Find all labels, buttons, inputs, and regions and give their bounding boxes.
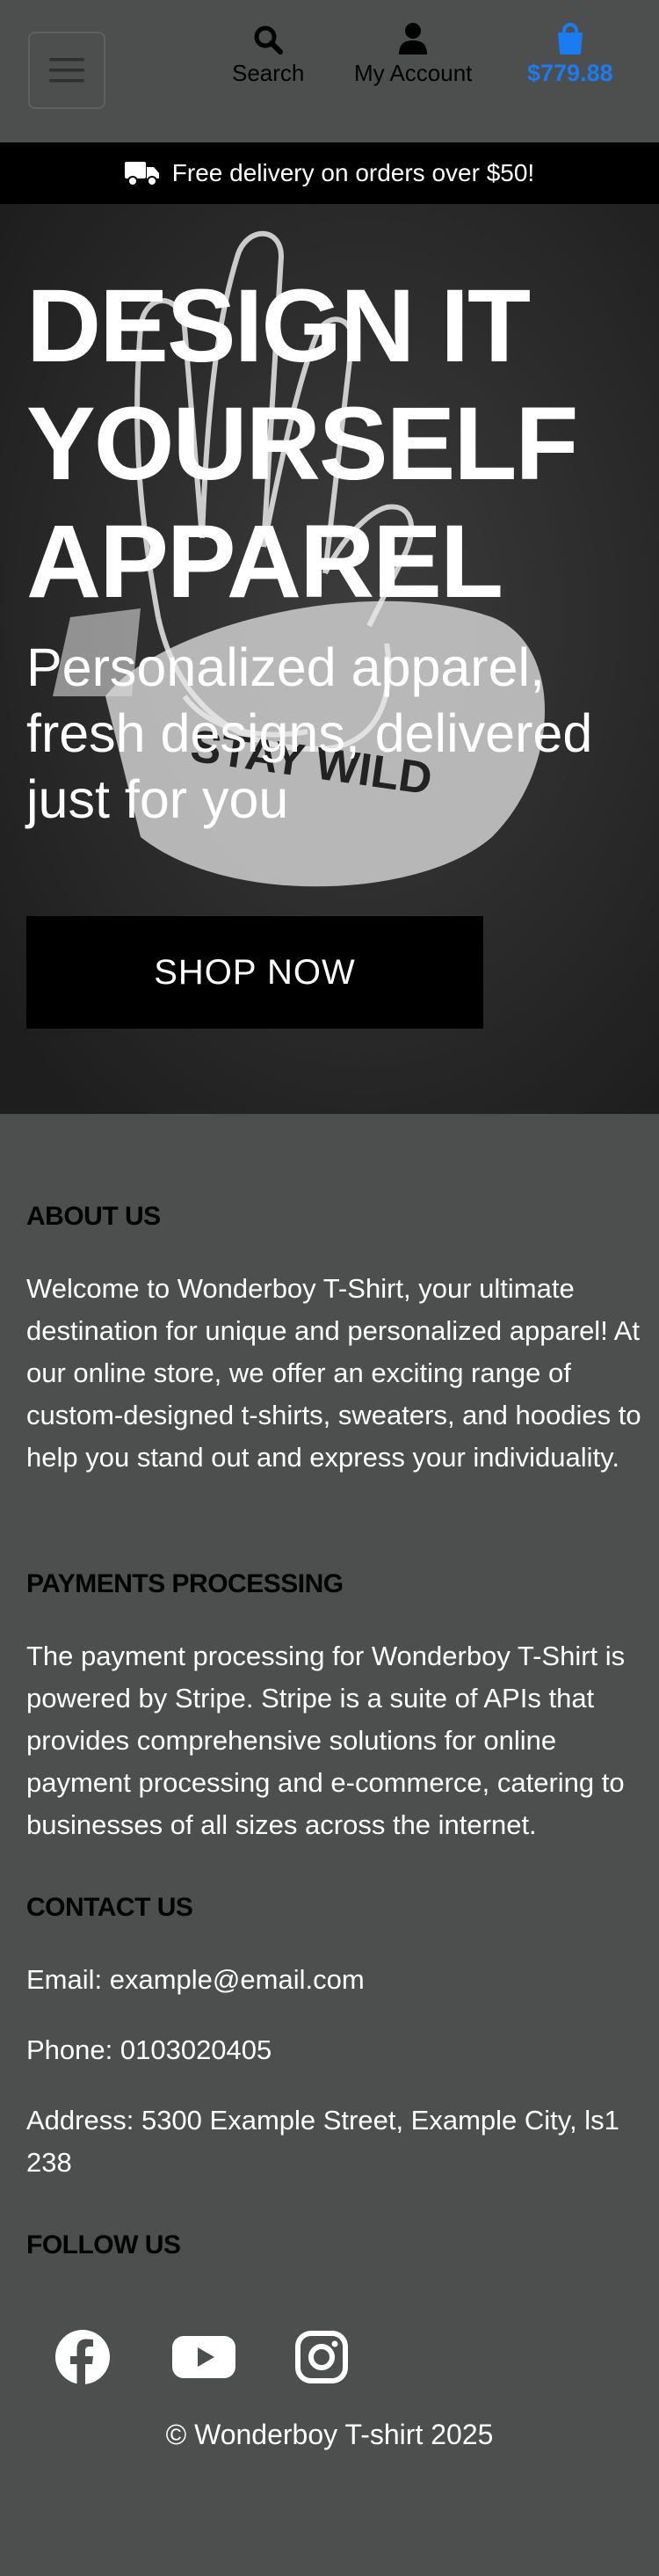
- search-icon: [254, 25, 284, 55]
- hero-section: STAY WILD DESIGN IT YOURSELF APPAREL Per…: [0, 204, 659, 1114]
- hamburger-icon: [49, 58, 84, 83]
- contact-heading: CONTACT US: [26, 1893, 193, 1922]
- contact-address: Address: 5300 Example Street, Example Ci…: [26, 2105, 619, 2178]
- hero-subtitle: Personalized apparel, fresh designs, del…: [26, 637, 593, 829]
- payments-text: The payment processing for Wonderboy T-S…: [26, 1641, 626, 1840]
- cart-link[interactable]: $779.88: [527, 19, 613, 87]
- instagram-icon: [295, 2331, 348, 2383]
- copyright: © Wonderboy T-shirt 2025: [165, 2419, 494, 2450]
- instagram-link[interactable]: [286, 2322, 357, 2392]
- truck-icon: [124, 162, 159, 186]
- search-label: Search: [232, 60, 305, 86]
- contact-phone: Phone: 0103020405: [26, 2034, 272, 2065]
- payments-heading: PAYMENTS PROCESSING: [26, 1569, 344, 1598]
- cart-total: $779.88: [527, 60, 613, 86]
- menu-button[interactable]: [28, 32, 105, 109]
- facebook-link[interactable]: [47, 2322, 118, 2392]
- shop-now-button[interactable]: SHOP NOW: [26, 916, 483, 1029]
- delivery-banner: Free delivery on orders over $50!: [0, 142, 659, 204]
- account-link[interactable]: My Account: [354, 19, 472, 87]
- facebook-icon: [55, 2330, 110, 2385]
- contact-email: Email: example@email.com: [26, 1964, 365, 1995]
- hero-title: DESIGN IT YOURSELF APPAREL: [26, 268, 579, 620]
- user-icon: [399, 23, 428, 55]
- site-header: Search My Account $779.88: [0, 0, 659, 142]
- shopping-bag-icon: [557, 23, 583, 55]
- follow-heading: FOLLOW US: [26, 2230, 181, 2259]
- about-heading: ABOUT US: [26, 1202, 161, 1231]
- about-text: Welcome to Wonderboy T-Shirt, your ultim…: [26, 1273, 641, 1473]
- youtube-icon: [172, 2336, 235, 2378]
- delivery-text: Free delivery on orders over $50!: [171, 159, 535, 186]
- search-link[interactable]: Search: [232, 19, 304, 87]
- account-label: My Account: [354, 60, 473, 86]
- youtube-link[interactable]: [169, 2322, 239, 2392]
